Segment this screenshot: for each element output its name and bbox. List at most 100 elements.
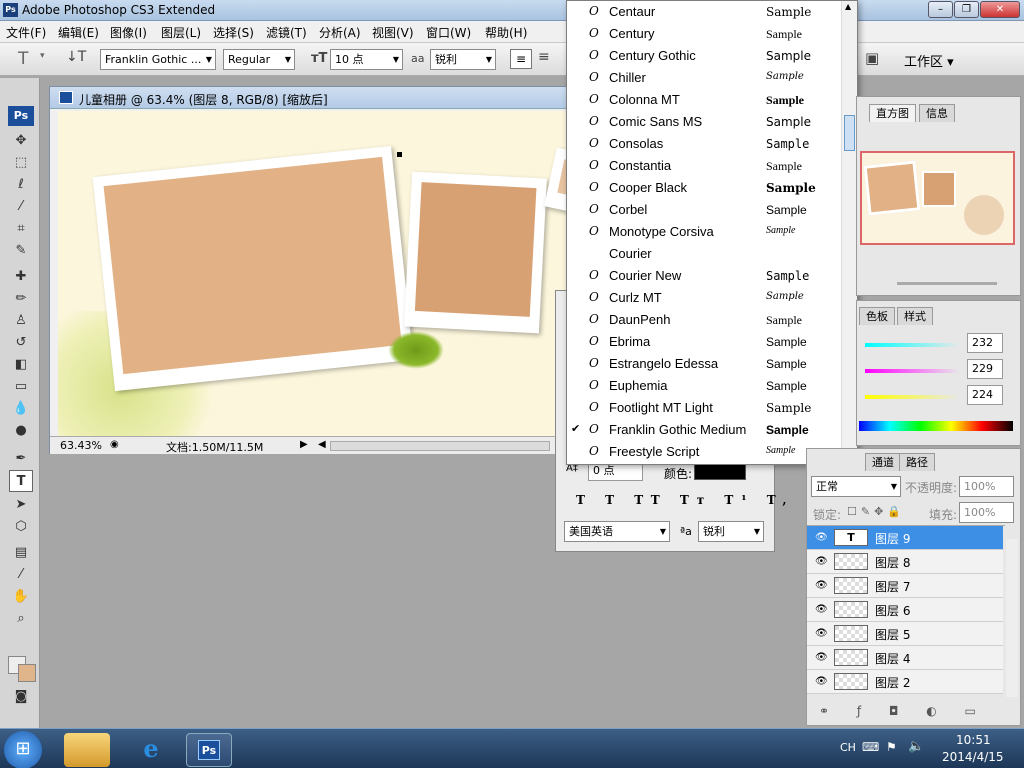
blue-slider[interactable] (865, 395, 960, 399)
language-select[interactable]: 美国英语 ▼ (564, 521, 670, 542)
zoom-slider[interactable] (897, 282, 997, 285)
zoom-tool-icon[interactable]: ⌕ (9, 608, 33, 630)
opacity-input[interactable]: 100% (959, 476, 1014, 497)
font-list-item[interactable]: O Comic Sans MS Sample (567, 111, 843, 133)
hand-tool-icon[interactable]: ✋ (9, 586, 33, 608)
layer-row[interactable]: 👁 图层 4 (807, 646, 1003, 670)
font-list-item[interactable]: O Constantia Sample (567, 155, 843, 177)
history-brush-tool-icon[interactable]: ↺ (9, 332, 33, 354)
volume-icon[interactable]: 🔈 (908, 739, 924, 754)
visibility-eye-icon[interactable]: 👁 (815, 652, 828, 663)
quick-mask-icon[interactable]: ◙ (9, 686, 33, 708)
blend-mode-select[interactable]: 正常 ▼ (811, 476, 901, 497)
layer-row[interactable]: 👁 图层 7 (807, 574, 1003, 598)
flag-icon[interactable]: ⚑ (886, 740, 897, 754)
type-tool-icon[interactable]: T (18, 49, 28, 69)
notes-tool-icon[interactable]: ▤ (9, 542, 33, 564)
lasso-tool-icon[interactable]: ℓ (9, 174, 33, 196)
font-list-scrollbar[interactable]: ▲ ▼ (841, 1, 857, 464)
font-list-item[interactable]: O Cooper Black Sample (567, 177, 843, 199)
clone-stamp-tool-icon[interactable]: ♙ (9, 310, 33, 332)
layer-row[interactable]: 👁 图层 5 (807, 622, 1003, 646)
scroll-thumb[interactable] (844, 115, 855, 151)
start-button[interactable]: ⊞ (4, 731, 42, 768)
zoom-level[interactable]: 63.43% (60, 439, 102, 452)
canvas[interactable] (58, 111, 570, 436)
font-list-item[interactable]: O DaunPenh Sample (567, 309, 843, 331)
marquee-tool-icon[interactable]: ⬚ (9, 152, 33, 174)
menu-view[interactable]: 视图(V) (372, 24, 414, 41)
text-tool-icon[interactable]: T (9, 470, 33, 492)
magic-wand-tool-icon[interactable]: ⁄ (9, 196, 33, 218)
font-list-item[interactable]: O Freestyle Script Sample (567, 441, 843, 463)
color-ramp[interactable] (859, 421, 1013, 431)
font-list-item[interactable]: O Footlight MT Light Sample (567, 397, 843, 419)
brush-tool-icon[interactable]: ✏ (9, 288, 33, 310)
menu-analysis[interactable]: 分析(A) (319, 24, 361, 41)
move-tool-icon[interactable]: ✥ (9, 130, 33, 152)
clock-date[interactable]: 2014/4/15 (942, 750, 1004, 764)
status-menu-arrow-icon[interactable]: ▶ (300, 439, 308, 450)
scroll-left-icon[interactable]: ◀ (318, 439, 326, 450)
font-list-item[interactable]: O Centaur Sample (567, 1, 843, 23)
visibility-eye-icon[interactable]: 👁 (815, 604, 828, 615)
font-dropdown-list[interactable]: O Centaur Sample O Century Sample O Century Got… (566, 0, 858, 465)
tool-preset-arrow-icon[interactable]: ▾ (40, 51, 45, 61)
font-style-select[interactable]: Regular ▼ (223, 49, 295, 70)
tab-styles[interactable]: 样式 (897, 307, 933, 325)
clock-time[interactable]: 10:51 (956, 733, 991, 747)
shape-tool-icon[interactable]: ⬡ (9, 516, 33, 538)
minimize-button[interactable]: – (928, 1, 953, 18)
tab-info[interactable]: 信息 (919, 104, 955, 122)
ime-indicator[interactable]: CH (840, 741, 856, 754)
visibility-eye-icon[interactable]: 👁 (815, 532, 828, 543)
blue-value[interactable]: 224 (967, 385, 1003, 405)
text-orientation-icon[interactable]: ↓T (66, 49, 86, 65)
navigator-preview[interactable] (860, 151, 1015, 245)
align-left-icon[interactable]: ≡ (510, 49, 532, 69)
visibility-eye-icon[interactable]: 👁 (815, 676, 828, 687)
align-center-icon[interactable]: ≡ (538, 49, 550, 65)
menu-help[interactable]: 帮助(H) (485, 24, 527, 41)
font-list-item[interactable]: O Estrangelo Edessa Sample (567, 353, 843, 375)
font-list-item[interactable]: O Euphemia Sample (567, 375, 843, 397)
font-list-item[interactable]: O Century Gothic Sample (567, 45, 843, 67)
menu-select[interactable]: 选择(S) (213, 24, 254, 41)
photoshop-taskbar-icon[interactable]: Ps (186, 733, 232, 767)
layer-row[interactable]: 👁 图层 6 (807, 598, 1003, 622)
tab-histogram[interactable]: 直方图 (869, 104, 916, 122)
font-family-select[interactable]: Franklin Gothic ... ▼ (100, 49, 216, 70)
font-list-item[interactable]: O Century Sample (567, 23, 843, 45)
layers-scrollbar[interactable] (1006, 539, 1018, 697)
font-list-item[interactable]: ✔ O Franklin Gothic Medium Sample (567, 419, 843, 441)
menu-file[interactable]: 文件(F) (6, 24, 46, 41)
menu-layer[interactable]: 图层(L) (161, 24, 201, 41)
visibility-eye-icon[interactable]: 👁 (815, 556, 828, 567)
layer-row[interactable]: 👁 T 图层 9 (807, 526, 1003, 550)
scroll-up-icon[interactable]: ▲ (845, 2, 851, 11)
menu-filter[interactable]: 滤镜(T) (266, 24, 307, 41)
status-icon[interactable]: ◉ (110, 439, 119, 450)
path-selection-tool-icon[interactable]: ➤ (9, 494, 33, 516)
visibility-eye-icon[interactable]: 👁 (815, 628, 828, 639)
font-list-item[interactable]: O Monotype Corsiva Sample (567, 221, 843, 243)
internet-explorer-icon[interactable]: e (128, 733, 174, 767)
layer-row[interactable]: 👁 图层 2 (807, 670, 1003, 694)
healing-brush-tool-icon[interactable]: ✚ (9, 266, 33, 288)
dodge-tool-icon[interactable]: ● (9, 420, 33, 442)
red-value[interactable]: 232 (967, 333, 1003, 353)
keyboard-icon[interactable]: ⌨ (862, 740, 879, 754)
font-list-item[interactable]: Courier (567, 243, 843, 265)
slice-tool-icon[interactable]: ✎ (9, 240, 33, 262)
font-size-select[interactable]: 10 点 ▼ (330, 49, 403, 70)
font-list-item[interactable]: O Chiller Sample (567, 67, 843, 89)
eyedropper-tool-icon[interactable]: ⁄ (9, 564, 33, 586)
font-list-item[interactable]: O Courier New Sample (567, 265, 843, 287)
green-value[interactable]: 229 (967, 359, 1003, 379)
visibility-eye-icon[interactable]: 👁 (815, 580, 828, 591)
close-button[interactable]: ✕ (980, 1, 1020, 18)
red-slider[interactable] (865, 343, 960, 347)
anti-alias-select[interactable]: 锐利 ▼ (430, 49, 496, 70)
font-list-item[interactable]: O Curlz MT Sample (567, 287, 843, 309)
font-list-item[interactable]: O Corbel Sample (567, 199, 843, 221)
